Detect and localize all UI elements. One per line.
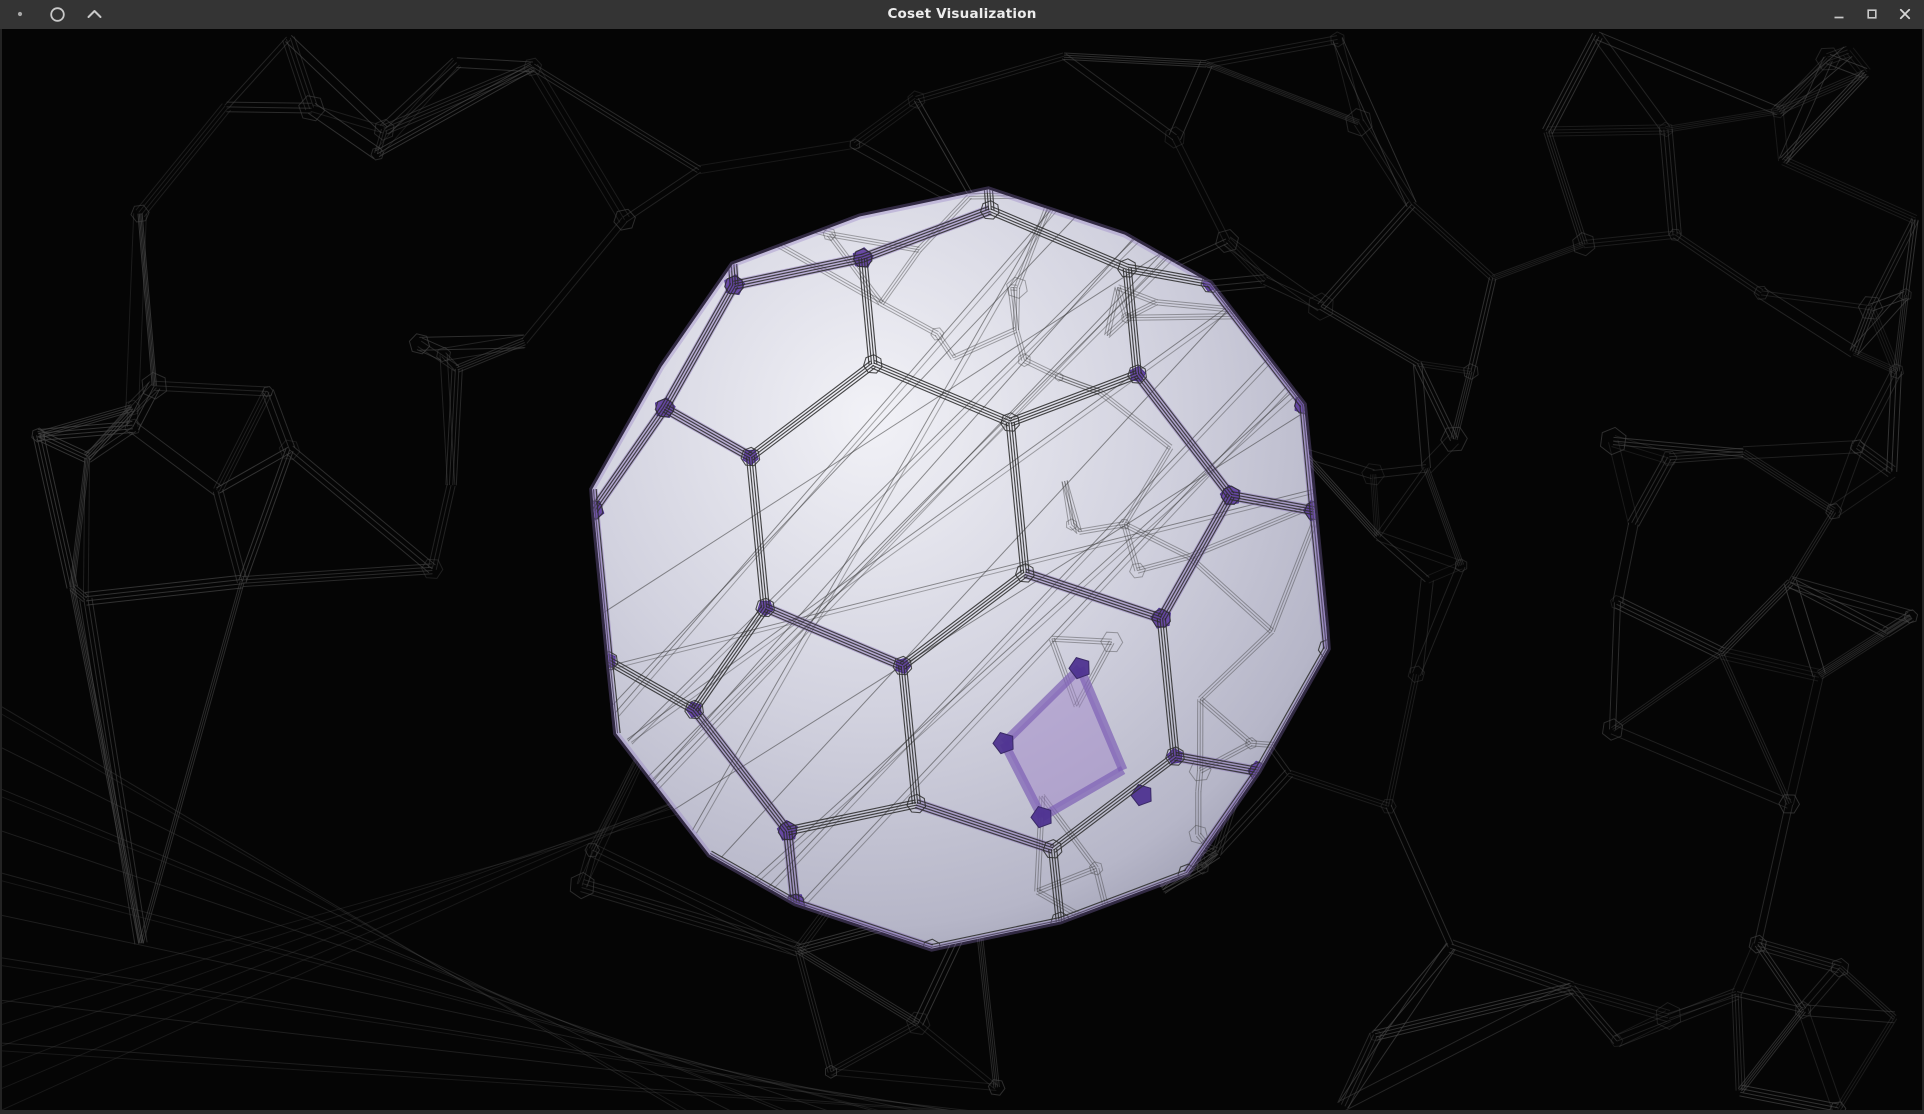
- dot-icon: [11, 5, 29, 23]
- window-titlebar: Coset Visualization: [0, 0, 1924, 30]
- close-button[interactable]: [1897, 6, 1913, 22]
- window-title: Coset Visualization: [0, 0, 1924, 28]
- window-controls: [1831, 0, 1913, 28]
- window-bottom-border: [0, 1110, 1924, 1114]
- titlebar-left-icons: [11, 0, 103, 28]
- circle-icon[interactable]: [48, 5, 66, 23]
- coset-graph-canvas[interactable]: [2, 29, 1922, 1110]
- minimize-button[interactable]: [1831, 6, 1847, 22]
- app-window: Coset Visualization: [0, 0, 1924, 1114]
- visualization-viewport[interactable]: [0, 29, 1924, 1110]
- maximize-button[interactable]: [1864, 6, 1880, 22]
- chevron-up-icon[interactable]: [85, 5, 103, 23]
